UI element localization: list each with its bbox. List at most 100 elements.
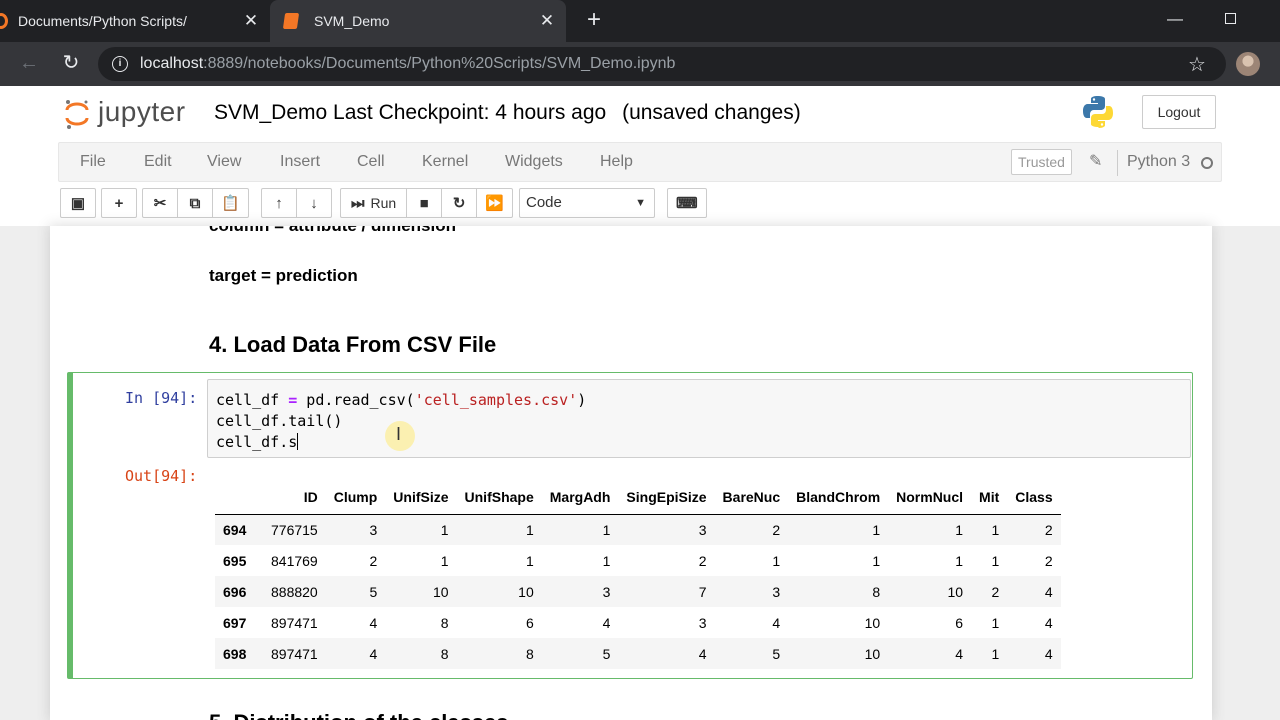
back-icon[interactable]: ← xyxy=(16,51,42,77)
python-logo-icon xyxy=(1083,96,1113,128)
browser-tab-strip: Documents/Python Scripts/ ✕ SVM_Demo ✕ +… xyxy=(0,0,1280,42)
divider xyxy=(1117,150,1118,176)
table-cell: 4 xyxy=(602,614,611,631)
table-row: 696 888820 5 10 10 3 7 3 8 10 2 4 xyxy=(215,576,1061,607)
table-row: 698 897471 4 8 8 5 4 5 10 4 1 4 xyxy=(215,638,1061,669)
address-bar[interactable]: i localhost:8889/notebooks/Documents/Pyt… xyxy=(98,47,1226,81)
checkpoint-status: Last Checkpoint: 4 hours ago xyxy=(333,101,607,124)
notebook-container: column = attribute / dimension target = … xyxy=(50,226,1212,720)
logout-button[interactable]: Logout xyxy=(1142,95,1216,129)
notebook-name[interactable]: SVM_Demo xyxy=(214,101,327,124)
row-index: 694 xyxy=(223,521,247,538)
section-heading: 5. Distribution of the classes xyxy=(209,710,509,720)
new-tab-icon[interactable]: + xyxy=(582,8,606,33)
output-prompt: Out[94]: xyxy=(125,467,198,485)
table-cell: 10 xyxy=(518,583,534,600)
minimize-icon[interactable]: — xyxy=(1160,6,1190,36)
menu-widgets[interactable]: Widgets xyxy=(505,153,563,171)
site-info-icon[interactable]: i xyxy=(112,56,128,72)
table-cell: 10 xyxy=(432,583,449,600)
table-cell: 4 xyxy=(1044,583,1053,600)
save-button[interactable]: ▣ xyxy=(60,188,96,218)
table-row: 695 841769 2 1 1 1 2 1 1 1 1 2 xyxy=(215,545,1061,576)
table-cell: 2 xyxy=(698,552,707,569)
code-editor[interactable]: cell_df = pd.read_csv('cell_samples.csv'… xyxy=(207,379,1191,458)
table-cell: 841769 xyxy=(271,552,318,569)
plus-icon: + xyxy=(114,194,124,212)
selected-code-cell[interactable]: In [94]: cell_df = pd.read_csv('cell_sam… xyxy=(67,372,1193,679)
table-cell: 888820 xyxy=(271,583,318,600)
table-cell: 1 xyxy=(525,552,534,569)
table-cell: 5 xyxy=(602,645,611,662)
restart-run-all-button[interactable]: ⏩ xyxy=(476,188,513,218)
table-cell: 5 xyxy=(369,583,378,600)
menu-edit[interactable]: Edit xyxy=(144,153,172,171)
cell-type-value: Code xyxy=(526,194,562,211)
move-down-button[interactable]: ↓ xyxy=(296,188,332,218)
code-token: = xyxy=(288,391,298,409)
table-cell: 2 xyxy=(991,583,1000,600)
jupyter-wordmark: jupyter xyxy=(98,96,186,127)
table-cell: 1 xyxy=(525,521,534,538)
paste-button[interactable]: 📋 xyxy=(212,188,249,218)
table-cell: 1 xyxy=(872,552,881,569)
clipboard-group: ✂ ⧉ 📋 xyxy=(142,188,249,218)
restart-button[interactable]: ↻ xyxy=(441,188,478,218)
jupyter-favicon-icon xyxy=(0,13,8,29)
table-cell: 1 xyxy=(772,552,781,569)
input-prompt: In [94]: xyxy=(125,389,198,407)
close-tab-icon[interactable]: ✕ xyxy=(537,11,557,31)
menu-view[interactable]: View xyxy=(207,153,241,171)
restore-icon[interactable] xyxy=(1215,6,1245,36)
mouse-cursor-icon: I xyxy=(385,421,415,451)
reload-icon[interactable]: ↻ xyxy=(58,51,84,77)
table-row: 694 776715 3 1 1 1 3 2 1 1 1 2 xyxy=(215,514,1061,545)
interrupt-button[interactable]: ■ xyxy=(406,188,443,218)
menu-insert[interactable]: Insert xyxy=(280,153,320,171)
table-cell: 2 xyxy=(1044,521,1053,538)
menu-cell[interactable]: Cell xyxy=(357,153,385,171)
table-cell: 1 xyxy=(872,521,881,538)
text-cursor xyxy=(297,433,299,450)
table-cell: 2 xyxy=(369,552,378,569)
menu-kernel[interactable]: Kernel xyxy=(422,153,468,171)
table-cell: 897471 xyxy=(271,614,318,631)
menu-file[interactable]: File xyxy=(80,153,106,171)
step-forward-icon: ⏭ xyxy=(351,194,365,212)
stop-icon: ■ xyxy=(419,194,429,212)
cell-type-select[interactable]: Code ▼ xyxy=(519,188,655,218)
trusted-badge[interactable]: Trusted xyxy=(1011,149,1072,175)
url-text[interactable]: localhost:8889/notebooks/Documents/Pytho… xyxy=(140,55,675,73)
copy-icon: ⧉ xyxy=(189,194,201,212)
row-index: 696 xyxy=(223,583,247,600)
bookmark-star-icon[interactable]: ☆ xyxy=(1188,52,1206,77)
copy-button[interactable]: ⧉ xyxy=(177,188,213,218)
move-up-button[interactable]: ↑ xyxy=(261,188,297,218)
dataframe-table: ID Clump UnifSize UnifShape MargAdh Sing… xyxy=(215,481,1061,669)
cut-button[interactable]: ✂ xyxy=(142,188,178,218)
column-header: Mit xyxy=(971,481,1008,515)
browser-nav-bar: ← → ↻ i localhost:8889/notebooks/Documen… xyxy=(0,42,1280,86)
section-heading: 4. Load Data From CSV File xyxy=(209,332,497,357)
close-tab-icon[interactable]: ✕ xyxy=(241,11,261,31)
kernel-idle-icon xyxy=(1201,157,1213,169)
column-header: BlandChrom xyxy=(788,481,889,515)
table-cell: 8 xyxy=(525,645,534,662)
tab-documents[interactable]: Documents/Python Scripts/ ✕ xyxy=(0,0,270,42)
profile-avatar[interactable] xyxy=(1236,52,1260,76)
column-header: BareNuc xyxy=(714,481,789,515)
markdown-text: column = attribute / dimension xyxy=(209,226,456,236)
kernel-name[interactable]: Python 3 xyxy=(1127,153,1190,171)
table-cell: 6 xyxy=(955,614,964,631)
column-header: NormNucl xyxy=(888,481,972,515)
table-cell: 8 xyxy=(440,645,449,662)
command-palette-button[interactable]: ⌨ xyxy=(667,188,707,218)
insert-cell-button[interactable]: + xyxy=(101,188,137,218)
table-cell: 1 xyxy=(440,552,449,569)
menu-help[interactable]: Help xyxy=(600,153,633,171)
jupyter-logo[interactable]: jupyter xyxy=(64,96,204,132)
tab-svm-demo[interactable]: SVM_Demo ✕ xyxy=(270,0,566,42)
table-cell: 1 xyxy=(602,521,611,538)
run-button[interactable]: ⏭ Run xyxy=(340,188,408,218)
code-token: pd.read_csv( xyxy=(297,391,415,409)
